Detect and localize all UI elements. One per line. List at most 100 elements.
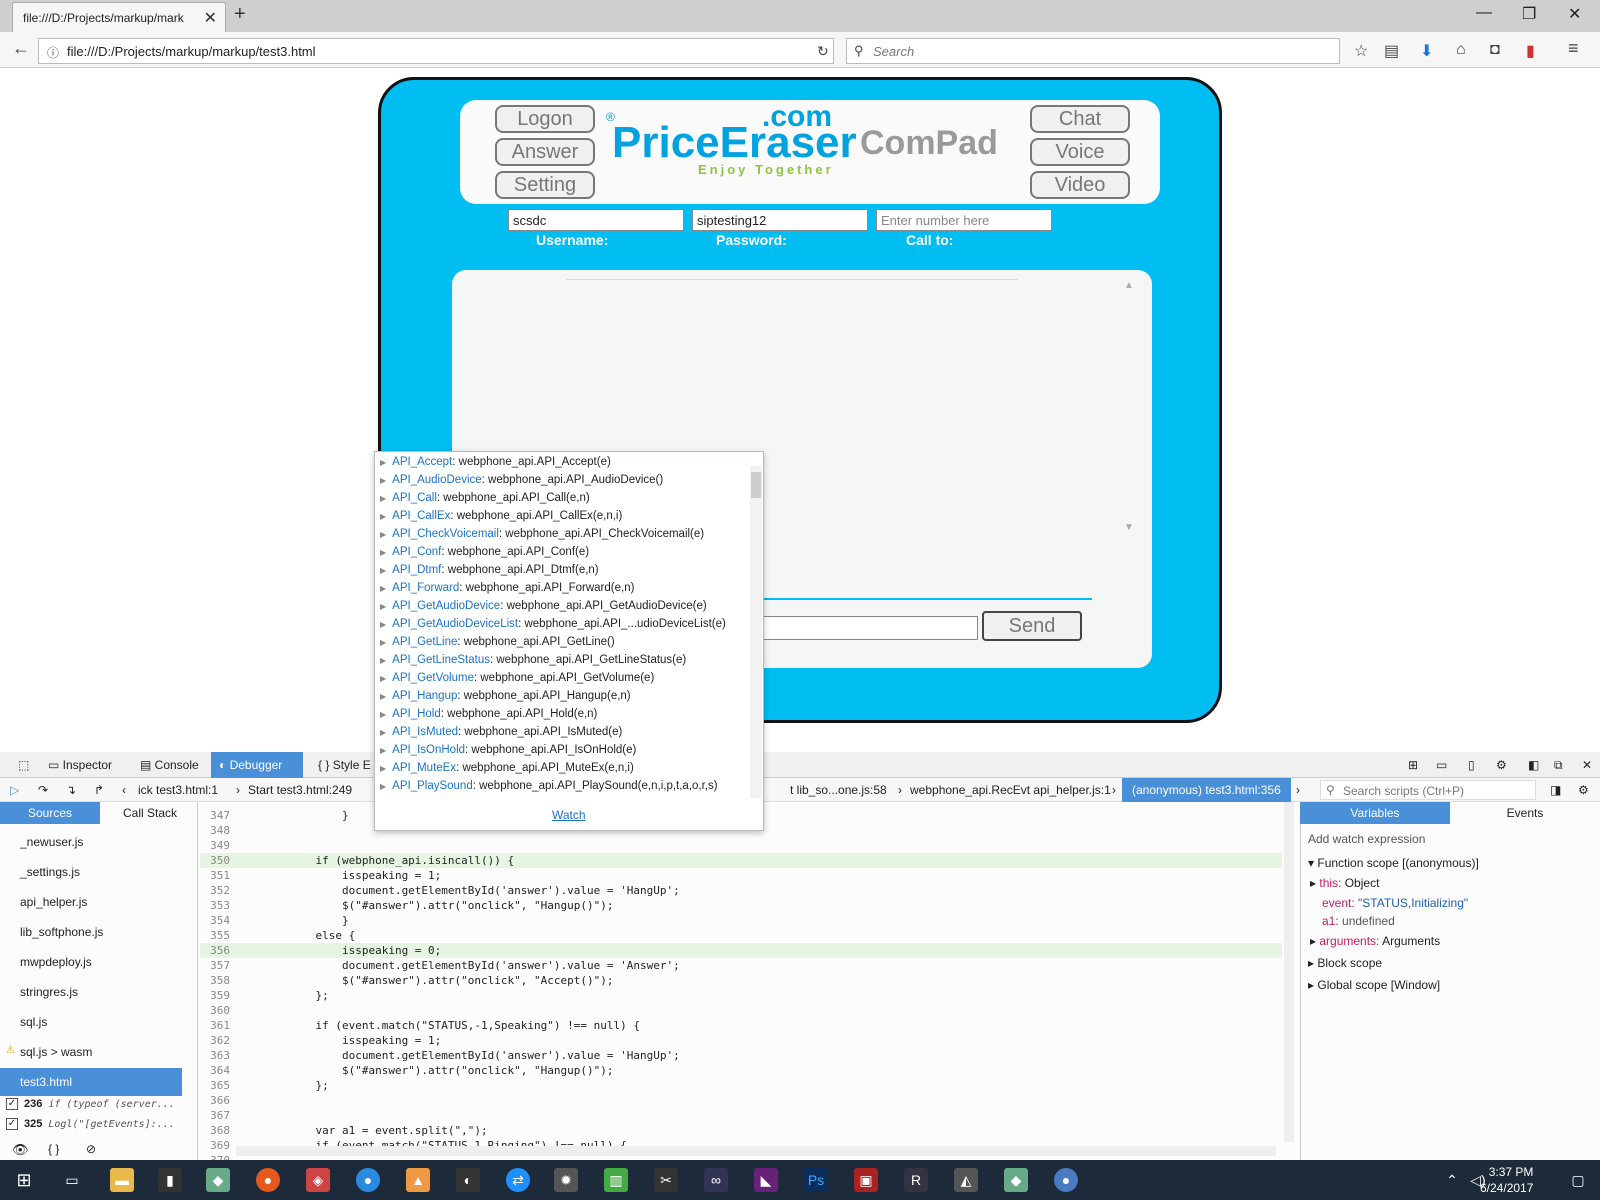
password-field[interactable]: siptesting12 xyxy=(692,209,868,231)
phone-icon[interactable]: ▯ xyxy=(1460,752,1483,778)
autocomplete-item[interactable]: ▶ API_GetAudioDevice: webphone_api.API_Ge… xyxy=(380,600,707,618)
global-scope[interactable]: ▸ Global scope [Window] xyxy=(1308,978,1440,992)
app-icon[interactable]: ✂ xyxy=(654,1168,678,1192)
expand-arrow-icon[interactable]: ▶ xyxy=(380,530,386,539)
line-number[interactable]: 355 xyxy=(200,928,230,943)
url-bar[interactable]: ⓘ file:///D:/Projects/markup/markup/test… xyxy=(38,38,834,64)
breakpoint-item[interactable]: ✓ 236 if (typeof (server... xyxy=(6,1098,186,1118)
source-file[interactable]: _newuser.js xyxy=(0,828,182,856)
line-number[interactable]: 361 xyxy=(200,1018,230,1033)
editor-scrollbar[interactable] xyxy=(1284,802,1294,1142)
minimize-icon[interactable]: — xyxy=(1476,4,1492,22)
block-scope[interactable]: ▸ Block scope xyxy=(1308,956,1382,970)
breadcrumb-frame-3[interactable]: t lib_so...one.js:58 xyxy=(790,783,887,797)
checkbox-checked-icon[interactable]: ✓ xyxy=(6,1118,18,1131)
editor-hscrollbar[interactable] xyxy=(236,1146,1276,1156)
watch-link[interactable]: Watch xyxy=(552,808,586,822)
tab-call-stack[interactable]: Call Stack xyxy=(100,802,200,824)
line-number[interactable]: 351 xyxy=(200,868,230,883)
expand-arrow-icon[interactable]: ▶ xyxy=(380,602,386,611)
message-input[interactable] xyxy=(762,616,978,640)
breadcrumb-frame-5[interactable]: (anonymous) test3.html:356 xyxy=(1122,778,1291,802)
breadcrumb-left-icon[interactable]: ‹ xyxy=(122,783,126,797)
app-icon[interactable]: ▣ xyxy=(854,1168,878,1192)
send-button[interactable]: Send xyxy=(982,611,1082,641)
line-number[interactable]: 362 xyxy=(200,1033,230,1048)
line-number[interactable]: 350 xyxy=(200,853,230,868)
autocomplete-item[interactable]: ▶ API_IsMuted: webphone_api.API_IsMuted(e… xyxy=(380,726,622,744)
breadcrumb-frame-2[interactable]: Start test3.html:249 xyxy=(248,783,352,797)
eye-icon[interactable]: 👁 xyxy=(12,1142,29,1158)
dock-icon[interactable]: ◧ xyxy=(1520,752,1547,778)
autocomplete-item[interactable]: ▶ API_Conf: webphone_api.API_Conf(e) xyxy=(380,546,589,564)
expand-arrow-icon[interactable]: ▶ xyxy=(380,620,386,629)
video-button[interactable]: Video xyxy=(1030,171,1130,199)
expand-arrow-icon[interactable]: ▶ xyxy=(380,494,386,503)
line-number[interactable]: 369 xyxy=(200,1138,230,1153)
autocomplete-item[interactable]: ▶ API_GetVolume: webphone_api.API_GetVolu… xyxy=(380,672,654,690)
blackbox-icon[interactable]: ⊘ xyxy=(86,1142,96,1156)
autocomplete-item[interactable]: ▶ API_Dtmf: webphone_api.API_Dtmf(e,n) xyxy=(380,564,599,582)
line-number[interactable]: 359 xyxy=(200,988,230,1003)
line-number[interactable]: 353 xyxy=(200,898,230,913)
autocomplete-item[interactable]: ▶ API_Call: webphone_api.API_Call(e,n) xyxy=(380,492,590,510)
breadcrumb-frame-4[interactable]: webphone_api.RecEvt api_helper.js:1 xyxy=(910,783,1111,797)
line-number[interactable]: 357 xyxy=(200,958,230,973)
answer-button[interactable]: Answer xyxy=(495,138,595,166)
app-icon[interactable]: ◈ xyxy=(306,1168,330,1192)
setting-button[interactable]: Setting xyxy=(495,171,595,199)
tab-sources[interactable]: Sources xyxy=(0,802,100,824)
logon-button[interactable]: Logon xyxy=(495,105,595,133)
debugger-settings-icon[interactable]: ⚙ xyxy=(1578,783,1589,797)
line-number[interactable]: 354 xyxy=(200,913,230,928)
app-icon[interactable]: ◆ xyxy=(1004,1168,1028,1192)
line-number[interactable]: 363 xyxy=(200,1048,230,1063)
step-over-icon[interactable]: ↷ xyxy=(38,783,48,797)
browser-tab[interactable]: file:///D:/Projects/markup/mark ✕ xyxy=(12,2,226,32)
line-number[interactable]: 349 xyxy=(200,838,230,853)
source-file[interactable]: _settings.js xyxy=(0,858,182,886)
file-explorer-icon[interactable]: ▬ xyxy=(110,1168,134,1192)
step-out-icon[interactable]: ↱ xyxy=(94,783,104,797)
source-file[interactable]: mwpdeploy.js xyxy=(0,948,182,976)
line-number[interactable]: 347 xyxy=(200,808,230,823)
line-number[interactable]: 366 xyxy=(200,1093,230,1108)
line-number[interactable]: 367 xyxy=(200,1108,230,1123)
expand-arrow-icon[interactable]: ▶ xyxy=(380,512,386,521)
popup-scroll-thumb[interactable] xyxy=(751,472,761,498)
var-this[interactable]: ▸ this: Object xyxy=(1310,876,1379,890)
search-input[interactable]: ⚲ Search xyxy=(846,38,1340,64)
restore-icon[interactable]: ❐ xyxy=(1522,4,1536,24)
app-icon[interactable]: ∞ xyxy=(704,1168,728,1192)
terminal-icon[interactable]: ▮ xyxy=(158,1168,182,1192)
pick-element-icon[interactable]: ⬚ xyxy=(10,752,37,778)
var-arguments[interactable]: ▸ arguments: Arguments xyxy=(1310,934,1440,948)
line-number[interactable]: 352 xyxy=(200,883,230,898)
layout-icon[interactable]: ⊞ xyxy=(1400,752,1426,778)
bookmark-star-icon[interactable]: ☆ xyxy=(1354,41,1368,61)
expand-arrow-icon[interactable]: ▶ xyxy=(380,584,386,593)
tab-variables[interactable]: Variables xyxy=(1300,802,1450,824)
autocomplete-item[interactable]: ▶ API_GetAudioDeviceList: webphone_api.AP… xyxy=(380,618,726,636)
photoshop-icon[interactable]: Ps xyxy=(804,1168,828,1192)
app-icon[interactable]: ◆ xyxy=(206,1168,230,1192)
add-watch-expression[interactable]: Add watch expression xyxy=(1308,832,1425,846)
download-icon[interactable]: ⬇ xyxy=(1420,41,1433,61)
app-icon[interactable]: ● xyxy=(1054,1168,1078,1192)
expand-arrow-icon[interactable]: ▶ xyxy=(380,638,386,647)
autocomplete-item[interactable]: ▶ API_Forward: webphone_api.API_Forward(e… xyxy=(380,582,634,600)
callto-field[interactable]: Enter number here xyxy=(876,209,1052,231)
app-icon[interactable]: ▲ xyxy=(406,1168,430,1192)
close-tab-icon[interactable]: ✕ xyxy=(204,8,217,28)
autocomplete-item[interactable]: ▶ API_GetLineStatus: webphone_api.API_Get… xyxy=(380,654,686,672)
step-in-icon[interactable]: ↴ xyxy=(66,783,76,797)
resume-icon[interactable]: ▷ xyxy=(10,783,19,797)
search-scripts-input[interactable]: ⚲ Search scripts (Ctrl+P) xyxy=(1320,780,1536,800)
close-devtools-icon[interactable]: ✕ xyxy=(1574,752,1600,778)
source-file[interactable]: api_helper.js xyxy=(0,888,182,916)
autocomplete-item[interactable]: ▶ API_PlaySound: webphone_api.API_PlaySou… xyxy=(380,780,718,798)
info-icon[interactable]: ⓘ xyxy=(47,44,59,61)
tab-style-editor[interactable]: { } Style E xyxy=(310,752,379,778)
expand-arrow-icon[interactable]: ▶ xyxy=(380,764,386,773)
app-icon[interactable]: ◭ xyxy=(954,1168,978,1192)
